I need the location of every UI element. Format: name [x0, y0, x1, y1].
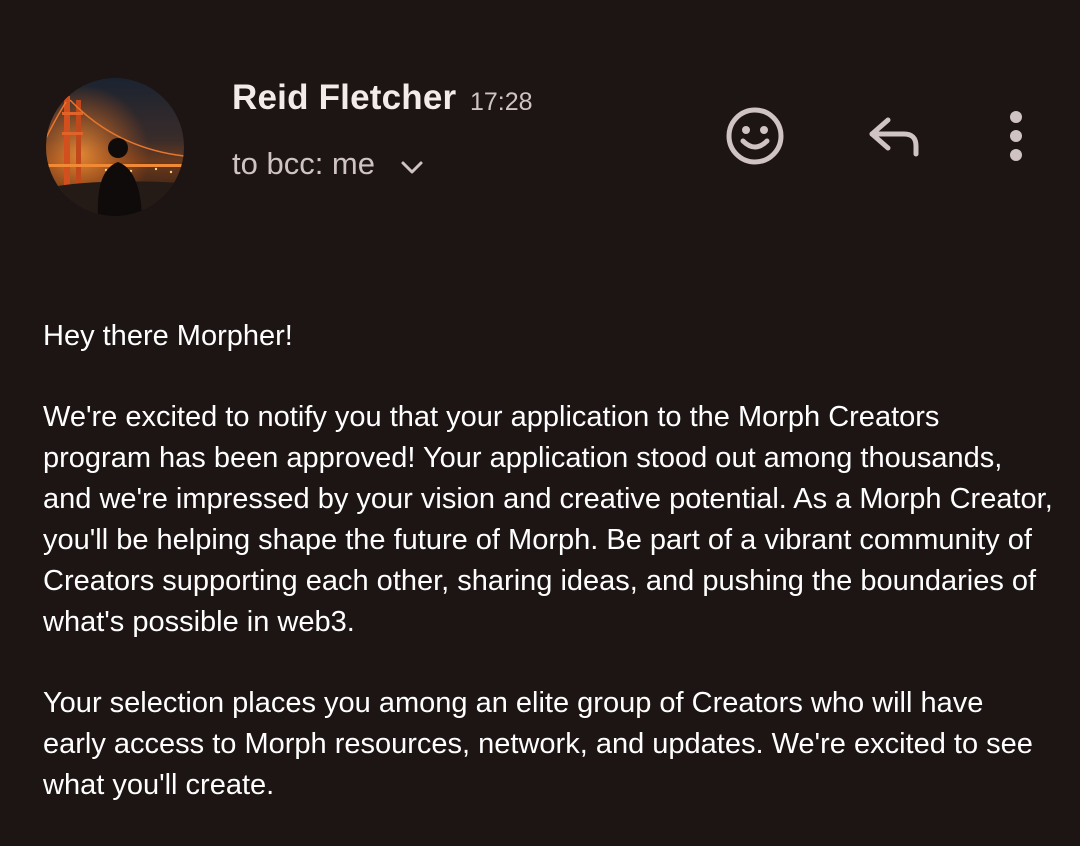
chevron-down-icon: [401, 161, 423, 174]
avatar-photo: [46, 78, 184, 216]
message-greeting: Hey there Morpher!: [43, 320, 293, 352]
recipients-toggle[interactable]: to bcc: me: [232, 142, 427, 186]
message-paragraph: Your selection places you among an elite…: [43, 687, 1033, 801]
recipients-label: to bcc: me: [232, 146, 375, 181]
message-header: Reid Fletcher 17:28 to bcc: me: [0, 0, 1080, 260]
smiley-face-icon: [726, 107, 784, 165]
reply-button[interactable]: [862, 108, 928, 164]
more-vertical-icon: [1010, 111, 1022, 161]
sender-avatar[interactable]: [46, 78, 184, 216]
message-body: Hey there Morpher! We're excited to noti…: [43, 316, 1053, 846]
more-options-button[interactable]: [996, 105, 1036, 167]
reply-arrow-icon: [869, 117, 919, 157]
message-time: 17:28: [470, 88, 533, 116]
message-paragraph: We're excited to notify you that your ap…: [43, 401, 1053, 638]
sender-name: Reid Fletcher: [232, 78, 457, 117]
add-reaction-button[interactable]: [722, 103, 788, 169]
